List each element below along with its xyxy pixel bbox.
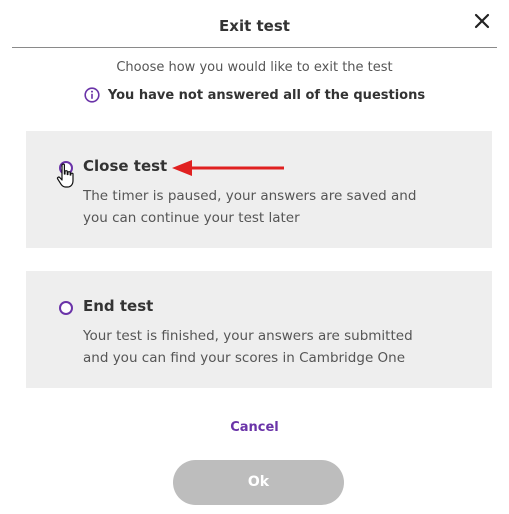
- dialog-header: Exit test: [12, 0, 497, 48]
- option-description-line: Your test is finished, your answers are …: [83, 328, 413, 344]
- dialog-subtitle: Choose how you would like to exit the te…: [116, 60, 393, 75]
- end-test-radio[interactable]: [59, 301, 73, 315]
- option-description: The timer is paused, your answers are sa…: [83, 185, 463, 229]
- option-end-test[interactable]: End test Your test is finished, your ans…: [26, 271, 492, 388]
- option-close-test[interactable]: Close test The timer is paused, your ans…: [26, 131, 492, 248]
- option-description-line: The timer is paused, your answers are sa…: [83, 188, 417, 204]
- option-title: Close test: [83, 157, 168, 175]
- cancel-button[interactable]: Cancel: [0, 420, 509, 435]
- exit-test-dialog: Exit test Choose how you would like to e…: [0, 0, 509, 514]
- ok-button[interactable]: Ok: [173, 460, 344, 505]
- hand-pointer-icon: [56, 163, 74, 188]
- dialog-title: Exit test: [219, 17, 290, 35]
- option-description-line: you can continue your test later: [83, 210, 300, 226]
- option-description-line: and you can find your scores in Cambridg…: [83, 350, 406, 366]
- warning-text: You have not answered all of the questio…: [107, 87, 426, 103]
- close-icon[interactable]: [469, 8, 495, 34]
- info-icon: [84, 87, 100, 103]
- unanswered-warning: You have not answered all of the questio…: [0, 87, 509, 103]
- option-title: End test: [83, 297, 154, 315]
- option-description: Your test is finished, your answers are …: [83, 325, 463, 369]
- red-arrow-icon: [172, 160, 284, 176]
